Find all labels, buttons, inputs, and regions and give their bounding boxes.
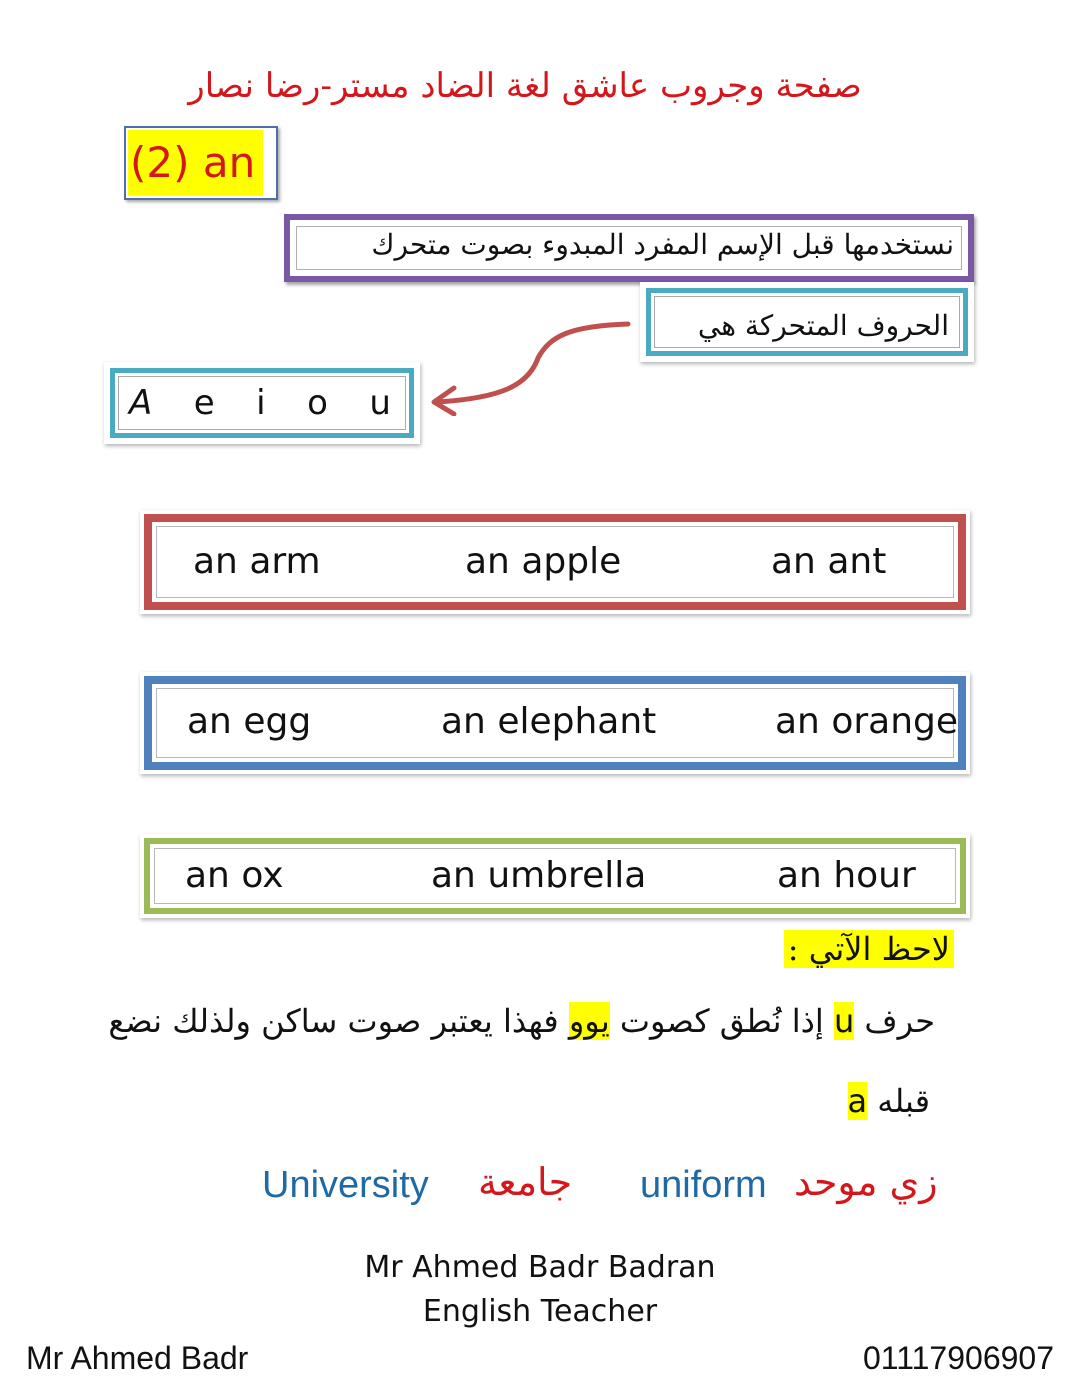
- example-arabic-uniform: زي موحد: [794, 1160, 938, 1204]
- example-word: an arm: [193, 541, 321, 582]
- vowels-label-box: الحروف المتحركة هي: [640, 282, 974, 362]
- note-text: حرف: [864, 1002, 935, 1040]
- example-word: an umbrella: [431, 855, 647, 896]
- signature-name: Mr Ahmed Badr Badran: [364, 1250, 716, 1285]
- note-heading: لاحظ الآتي :: [783, 930, 954, 968]
- example-word: an apple: [465, 541, 622, 582]
- vowel: o: [307, 383, 328, 423]
- note-text-line1: حرف u إذا نُطق كصوت يوو فهذا يعتبر صوت س…: [105, 1002, 935, 1040]
- usage-rule-text: نستخدمها قبل الإسم المفرد المبدوء بصوت م…: [371, 228, 954, 261]
- note-text: فهذا يعتبر صوت ساكن ولذلك نضع: [108, 1002, 559, 1040]
- example-row-e: an egg an elephant an orange: [140, 672, 970, 774]
- example-word: an egg: [187, 701, 312, 742]
- example-word: an hour: [777, 855, 916, 896]
- usage-rule-box: نستخدمها قبل الإسم المفرد المبدوء بصوت م…: [284, 214, 974, 282]
- note-text: قبله: [877, 1082, 930, 1120]
- highlighted-letter-u: u: [833, 1002, 855, 1040]
- example-word: an orange: [775, 701, 959, 742]
- highlighted-letter-a: a: [847, 1082, 868, 1120]
- vowels-label-frame: الحروف المتحركة هي: [646, 288, 968, 356]
- vowel: u: [369, 383, 391, 423]
- vowels-box: A e i o u: [104, 362, 420, 444]
- arrow-curve: [435, 321, 631, 405]
- example-row-frame: an arm an apple an ant: [144, 514, 966, 610]
- curved-arrow-icon: [431, 321, 631, 416]
- vowel: e: [193, 383, 215, 423]
- footer-phone: 01117906907: [862, 1340, 1054, 1376]
- example-english-uniform: uniform: [640, 1164, 767, 1206]
- u-consonant-examples: University جامعة uniform زي موحد: [262, 1160, 942, 1220]
- section-label: (2) an: [128, 130, 264, 196]
- vowel: A: [129, 383, 153, 423]
- page-title: صفحة وجروب عاشق لغة الضاد مستر-رضا نصار: [188, 66, 862, 106]
- example-word: an elephant: [441, 701, 657, 742]
- vowel: i: [256, 383, 266, 423]
- vowels-list: A e i o u: [118, 376, 406, 430]
- example-word: an ant: [771, 541, 887, 582]
- example-word: an ox: [185, 855, 284, 896]
- example-english-university: University: [262, 1164, 429, 1206]
- example-arabic-university: جامعة: [478, 1160, 573, 1204]
- example-row-frame: an ox an umbrella an hour: [144, 838, 966, 914]
- section-label-box: (2) an: [124, 126, 278, 200]
- example-row-inner-frame: an ox an umbrella an hour: [154, 848, 956, 904]
- example-row-inner-frame: an arm an apple an ant: [156, 526, 954, 598]
- vowels-label-text: الحروف المتحركة هي: [697, 309, 949, 342]
- note-text-line2: قبله a: [847, 1082, 930, 1120]
- example-row-a: an arm an apple an ant: [140, 510, 970, 614]
- highlighted-sound: يوو: [568, 1002, 610, 1040]
- vowels-label-inner-frame: الحروف المتحركة هي: [654, 296, 960, 348]
- example-row-frame: an egg an elephant an orange: [144, 676, 966, 770]
- vowels-frame: A e i o u: [110, 368, 414, 438]
- footer-author: Mr Ahmed Badr: [26, 1340, 249, 1376]
- example-row-inner-frame: an egg an elephant an orange: [156, 688, 958, 758]
- note-text: إذا نُطق كصوت: [619, 1002, 824, 1040]
- example-row-o-u-h: an ox an umbrella an hour: [140, 834, 970, 918]
- signature-role: English Teacher: [422, 1294, 658, 1329]
